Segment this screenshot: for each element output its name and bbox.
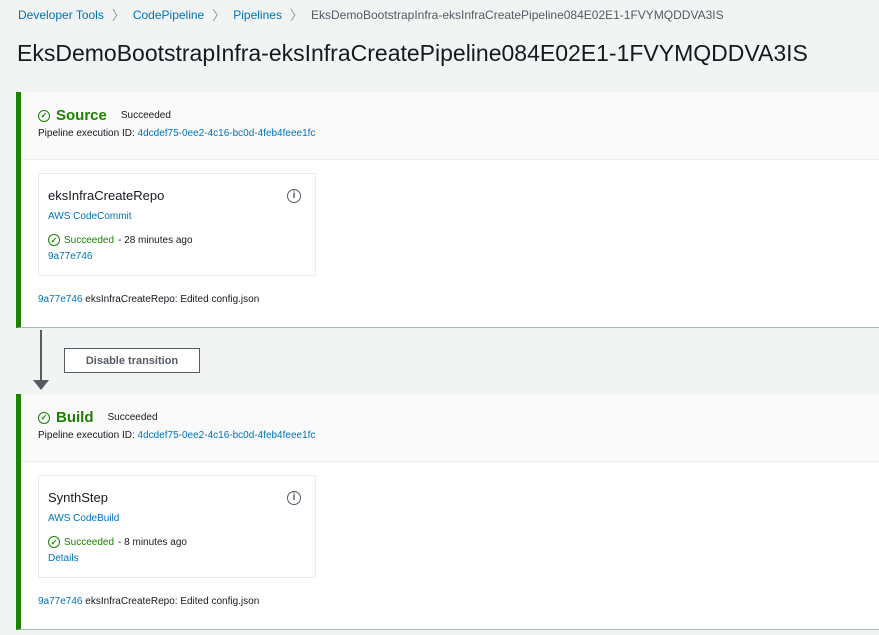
stage-build: ✓ Build Succeeded Pipeline execution ID: 4… [16,394,879,630]
breadcrumb-codepipeline[interactable]: CodePipeline [133,8,204,22]
chevron-right-icon: 〉 [212,8,226,23]
stage-status: Succeeded [107,412,158,423]
execution-id-link[interactable]: 4dcdef75-0ee2-4c16-bc0d-4feb4feee1fc [138,128,316,139]
exec-label: Pipeline execution ID: [38,128,135,139]
stage-name: Source [56,107,107,124]
chevron-right-icon: 〉 [111,8,125,23]
page-title: EksDemoBootstrapInfra-eksInfraCreatePipe… [17,40,808,66]
action-name: SynthStep [48,490,108,505]
action-provider-link[interactable]: AWS CodeCommit [48,211,306,222]
check-circle-icon: ✓ [48,234,60,246]
stage-name: Build [56,409,94,426]
action-provider-link[interactable]: AWS CodeBuild [48,513,306,524]
action-status: Succeeded [64,234,115,246]
stage-source: ✓ Source Succeeded Pipeline execution ID: … [16,92,879,328]
action-name: eksInfraCreateRepo [48,188,165,203]
check-circle-icon: ✓ [38,411,50,424]
action-card: eksInfraCreateRepo i AWS CodeCommit ✓ Suc… [38,173,316,276]
action-details-link[interactable]: Details [48,553,306,564]
disable-transition-button[interactable]: Disable transition [64,348,200,373]
commit-message: eksInfraCreateRepo: Edited config.json [85,294,260,305]
breadcrumb-pipelines[interactable]: Pipelines [233,8,282,22]
transition-arrow [40,330,42,385]
breadcrumb-current: EksDemoBootstrapInfra-eksInfraCreatePipe… [310,7,724,22]
info-icon[interactable]: i [287,491,301,505]
breadcrumb: Developer Tools 〉 CodePipeline 〉 Pipelines… [18,5,724,24]
breadcrumb-developer-tools[interactable]: Developer Tools [18,8,104,22]
stage-status: Succeeded [120,110,171,121]
execution-id-link[interactable]: 4dcdef75-0ee2-4c16-bc0d-4feb4feee1fc [138,430,316,441]
chevron-right-icon: 〉 [289,8,303,23]
action-status: Succeeded [64,536,115,548]
check-circle-icon: ✓ [48,536,60,548]
action-time: - 8 minutes ago [118,536,187,548]
action-time: - 28 minutes ago [118,234,193,246]
action-commit-link[interactable]: 9a77e746 [48,251,306,262]
exec-label: Pipeline execution ID: [38,430,135,441]
check-circle-icon: ✓ [38,109,50,122]
info-icon[interactable]: i [287,189,301,203]
arrow-down-icon [33,380,49,390]
commit-id-link[interactable]: 9a77e746 [38,596,83,607]
commit-message: eksInfraCreateRepo: Edited config.json [85,596,260,607]
commit-id-link[interactable]: 9a77e746 [38,294,83,305]
action-card: SynthStep i AWS CodeBuild ✓ Succeeded - 8 … [38,475,316,578]
